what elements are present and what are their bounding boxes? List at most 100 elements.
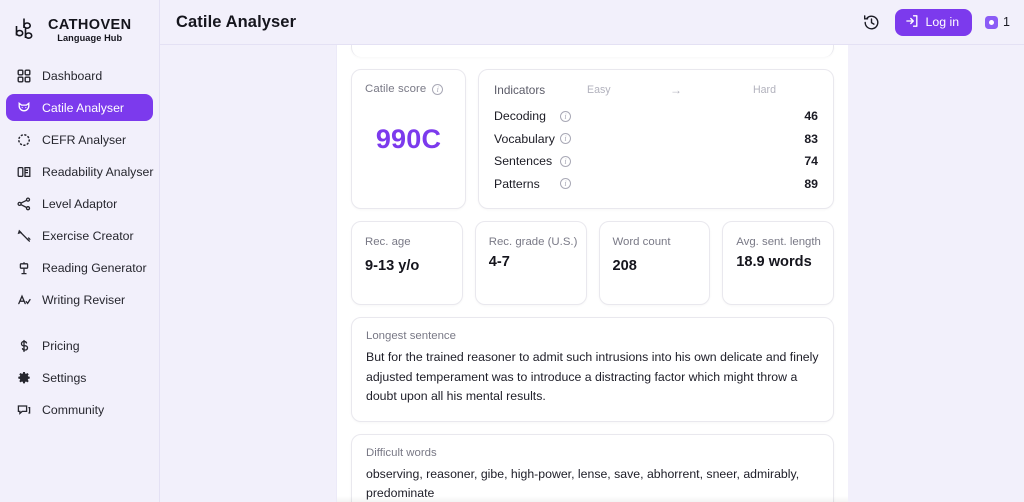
stat-card: Rec. grade (U.S.) 4-7 [474,221,587,305]
scale-low-label: Easy [587,84,611,96]
stat-value: 9-13 y/o [365,258,420,274]
sidebar-item-writing-reviser[interactable]: Writing Reviser [6,286,153,313]
gem-icon [985,15,999,29]
credits-badge[interactable]: 1 [985,15,1010,29]
indicator-name: Patterns [494,176,540,191]
longest-sentence-card: Longest sentence But for the trained rea… [351,317,834,422]
sidebar-item-label: Reading Generator [42,260,147,275]
indicator-bar-track [583,135,774,143]
indicator-name: Sentences [494,154,553,169]
results-pane: Catile score i 990C Indicators Easy → Ha… [337,45,848,502]
lectern-icon [16,260,31,275]
sidebar: CATHOVEN Language Hub Dashboard Catile A… [0,0,160,502]
indicator-name: Vocabulary [494,131,555,146]
indicator-value: 46 [804,109,818,124]
input-pane[interactable] [160,45,337,502]
indicators-scale: Easy → Hard [587,83,818,97]
stat-card: Rec. age 9-13 y/o [351,221,463,305]
sidebar-item-label: Level Adaptor [42,196,118,211]
sidebar-item-catile-analyser[interactable]: Catile Analyser [6,94,153,121]
main-area: Catile Analyser Log in 1 Catile score i … [160,0,1024,502]
indicator-row: Vocabulary i 83 [494,128,818,151]
brand-logo[interactable]: CATHOVEN Language Hub [0,6,159,48]
scrolled-off-card [351,45,834,57]
sidebar-item-readability-analyser[interactable]: Readability Analyser [6,158,153,185]
history-icon[interactable] [862,12,882,32]
difficult-words-text: observing, reasoner, gibe, high-power, l… [366,466,800,501]
indicator-list: Decoding i 46 Vocabulary i 83 Sentences i 74 Patt… [494,105,818,195]
sidebar-item-settings[interactable]: Settings [6,364,153,391]
login-arrow-icon [905,14,919,31]
sidebar-item-exercise-creator[interactable]: Exercise Creator [6,222,153,249]
sidebar-item-label: Community [42,402,105,417]
stat-value: 4-7 [488,254,510,270]
sidebar-item-level-adaptor[interactable]: Level Adaptor [6,190,153,217]
sidebar-item-cefr-analyser[interactable]: CEFR Analyser [6,126,153,153]
cat-icon [16,100,31,115]
sidebar-item-label: Dashboard [42,68,103,83]
brand-name: CATHOVEN [48,16,132,33]
indicator-row: Sentences i 74 [494,150,818,173]
indicator-name: Decoding [494,109,546,124]
catile-score-label: Catile score [365,83,427,95]
stat-label: Rec. age [365,236,411,248]
indicators-card: Indicators Easy → Hard Decoding i 46 Vocabu… [478,69,834,209]
sidebar-item-community[interactable]: Community [6,396,153,423]
login-button[interactable]: Log in [894,8,973,36]
sidebar-item-label: Readability Analyser [42,164,154,179]
stat-value: 18.9 words [736,254,812,270]
pencil-ruler-icon [16,228,31,243]
stat-card: Word count 208 [598,221,711,305]
difficult-words-label: Difficult words [366,446,437,459]
indicator-row: Patterns i 89 [494,173,818,196]
sidebar-item-label: Pricing [42,338,80,353]
indicator-bar-track [583,180,774,188]
login-button-label: Log in [925,15,960,29]
app-root: CATHOVEN Language Hub Dashboard Catile A… [0,0,1024,502]
catile-score-card: Catile score i 990C [351,69,466,209]
indicator-bar-track [583,157,774,165]
stat-label: Avg. sent. length [736,236,821,248]
stat-card: Avg. sent. length 18.9 words [722,221,834,305]
sidebar-item-label: Catile Analyser [42,100,125,115]
sidebar-divider-gap [0,318,159,332]
stats-row: Rec. age 9-13 y/o Rec. grade (U.S.) 4-7 Word… [351,221,834,305]
sidebar-item-dashboard[interactable]: Dashboard [6,62,153,89]
indicators-header: Indicators Easy → Hard [494,83,818,97]
sidebar-item-pricing[interactable]: Pricing [6,332,153,359]
indicator-row: Decoding i 46 [494,105,818,128]
info-icon[interactable]: i [560,133,571,145]
sidebar-item-label: Settings [42,370,87,385]
share-nodes-icon [16,196,31,211]
topbar: Catile Analyser Log in 1 [160,0,1024,45]
gear-icon [16,370,31,385]
topbar-actions: Log in 1 [862,8,1010,36]
stat-label: Word count [612,236,671,248]
info-icon[interactable]: i [432,83,444,95]
indicator-bar-track [583,112,774,120]
page-title: Catile Analyser [176,12,297,31]
indicator-value: 83 [804,131,818,146]
sidebar-item-label: CEFR Analyser [42,132,127,147]
score-indicators-row: Catile score i 990C Indicators Easy → Ha… [351,69,834,209]
difficult-words-card: Difficult words observing, reasoner, gib… [351,433,834,502]
longest-sentence-text: But for the trained reasoner to admit su… [366,350,819,403]
sidebar-item-reading-generator[interactable]: Reading Generator [6,254,153,281]
results-scroll: Catile score i 990C Indicators Easy → Ha… [351,45,834,502]
stat-value: 208 [612,258,637,274]
info-icon[interactable]: i [560,178,571,190]
indicator-value: 89 [804,176,818,191]
grid-icon [16,68,31,83]
longest-sentence-label: Longest sentence [366,330,456,342]
scale-arrow-icon: → [670,83,682,97]
info-icon[interactable]: i [560,110,571,122]
credits-count: 1 [1003,15,1010,29]
stat-label: Rec. grade (U.S.) [488,236,578,248]
info-icon[interactable]: i [560,155,571,167]
sidebar-item-label: Writing Reviser [42,292,126,307]
indicator-value: 74 [804,154,818,169]
sidebar-item-label: Exercise Creator [42,228,134,243]
book-icon [16,164,31,179]
chat-icon [16,402,31,417]
sidebar-nav: Dashboard Catile Analyser CEFR Analyser … [0,62,159,428]
